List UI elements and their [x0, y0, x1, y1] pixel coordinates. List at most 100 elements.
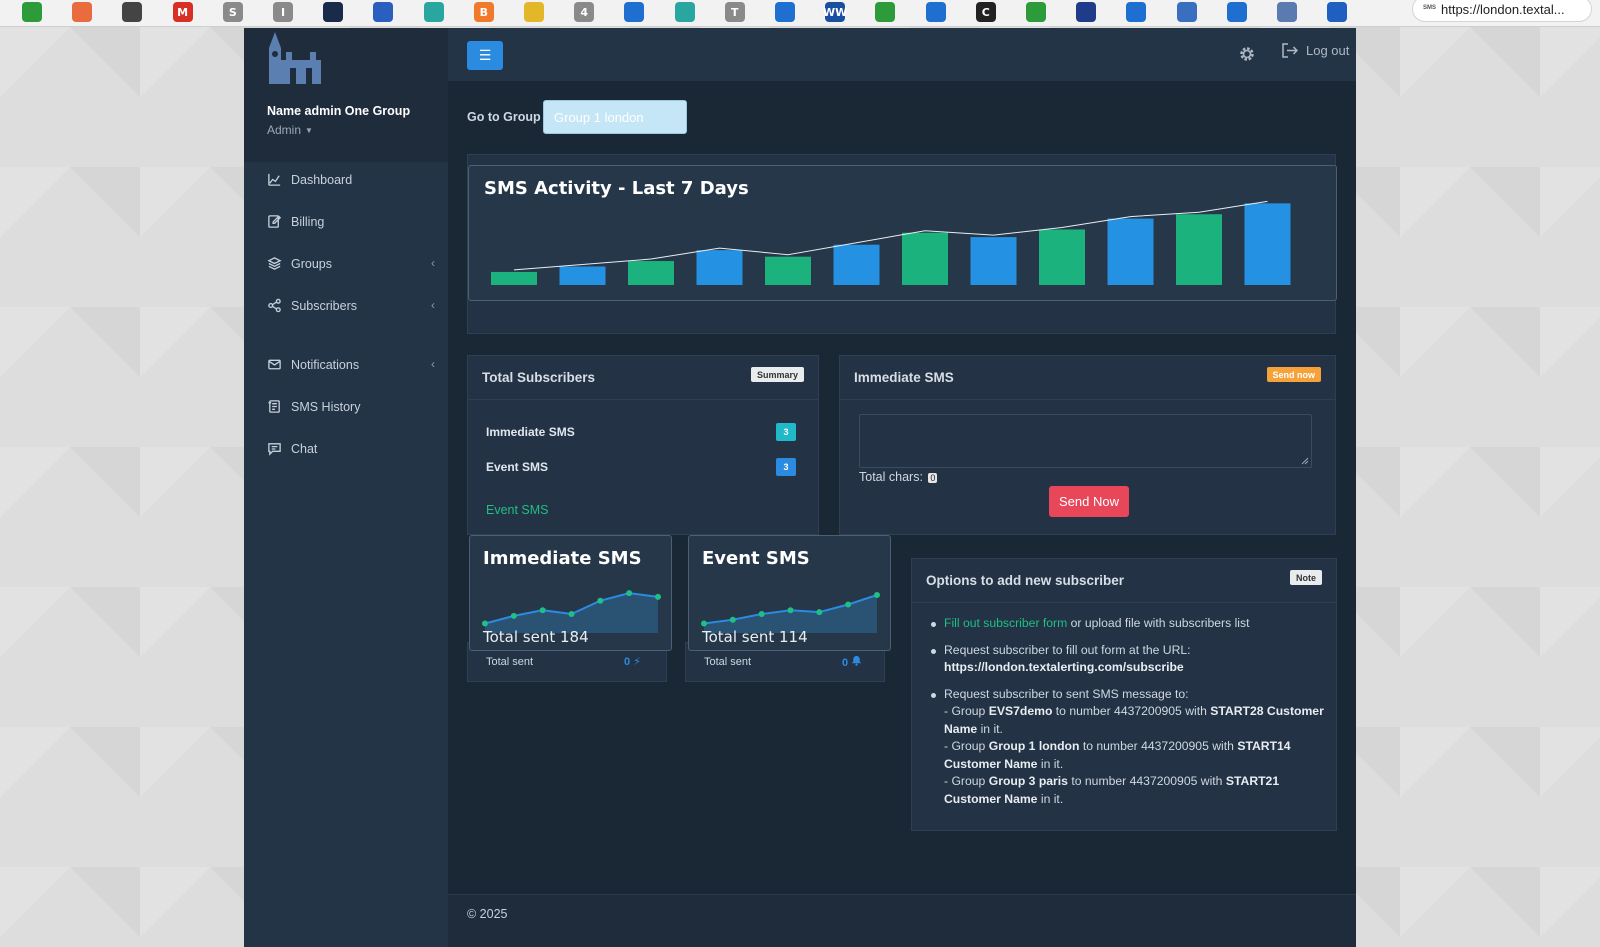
- group-mid: to number 4437200905 with: [1052, 704, 1211, 718]
- chart-bar: [970, 237, 1017, 285]
- card-title: Immediate SMS: [854, 370, 954, 385]
- bookmark-20-icon[interactable]: C: [975, 2, 996, 22]
- bookmark-gmail-icon[interactable]: M: [172, 2, 193, 22]
- chat-icon: [267, 441, 283, 457]
- logout-button[interactable]: Log out: [1281, 43, 1349, 58]
- card-header: Options to add new subscriber Note: [912, 559, 1336, 603]
- bookmark-21-icon[interactable]: [1026, 2, 1046, 22]
- bookmark-26-icon[interactable]: [1277, 2, 1297, 22]
- bookmark-12-icon[interactable]: 4: [574, 2, 595, 22]
- option-text: Request subscriber to sent SMS message t…: [944, 686, 1189, 701]
- sparkline-point: [874, 592, 880, 598]
- subscriber-form-link[interactable]: Fill out subscriber form: [944, 616, 1067, 630]
- bookmark-3-icon[interactable]: [122, 2, 143, 22]
- chart-bar: [1176, 214, 1222, 285]
- option-text: or upload file with subscribers list: [1067, 616, 1250, 630]
- sidebar-item-notifications[interactable]: Notifications ‹: [267, 355, 435, 375]
- bookmark-7-icon[interactable]: [323, 2, 344, 22]
- bookmark-23-icon[interactable]: [1126, 2, 1147, 22]
- sparkline-point: [701, 620, 707, 627]
- sidebar-item-label: SMS History: [291, 400, 361, 414]
- bookmark-27-icon[interactable]: [1327, 2, 1348, 22]
- bookmark-6-icon[interactable]: I: [273, 2, 293, 22]
- bookmark-22-icon[interactable]: [1076, 2, 1097, 22]
- options-list: Fill out subscriber form or upload file …: [926, 615, 1326, 817]
- gear-icon[interactable]: [1238, 45, 1256, 63]
- group-prefix: - Group: [944, 739, 989, 753]
- caret-down-icon: ▼: [305, 126, 313, 136]
- sidebar-item-label: Dashboard: [291, 173, 353, 187]
- mini-chart-title: Event SMS: [702, 548, 810, 569]
- summary-badge: Summary: [750, 367, 804, 382]
- user-role-label: Admin: [267, 123, 302, 137]
- group-name: EVS7demo: [988, 704, 1053, 718]
- main-content: ☰ Log out Go to Group SMS Activity - Las…: [448, 28, 1356, 947]
- chart-bar: [491, 271, 537, 285]
- bookmark-25-icon[interactable]: [1226, 2, 1247, 22]
- bookmark-1-icon[interactable]: [22, 2, 42, 22]
- bookmark-2-icon[interactable]: [72, 2, 93, 22]
- bookmark-10-icon[interactable]: B: [473, 2, 494, 22]
- menu-toggle-button[interactable]: ☰: [467, 41, 503, 70]
- sms-message-textarea[interactable]: [859, 414, 1312, 468]
- group-name: Group 1 london: [988, 739, 1080, 753]
- group-suffix: in it.: [1037, 756, 1064, 771]
- sparkline-point: [597, 597, 604, 604]
- sidebar-item-chat[interactable]: Chat: [267, 439, 435, 459]
- stat-row-event: Event SMS 3: [486, 458, 796, 476]
- sparkline-point: [482, 620, 488, 627]
- goto-group-select[interactable]: [543, 100, 687, 134]
- group-line: - Group Group 3 paris to number 44372009…: [944, 774, 1279, 806]
- card-title: Total Subscribers: [482, 370, 596, 385]
- logout-label: Log out: [1306, 43, 1350, 58]
- bookmark-8-icon[interactable]: [373, 2, 394, 22]
- sidebar-item-dashboard[interactable]: Dashboard: [267, 170, 435, 190]
- bookmark-24-icon[interactable]: [1176, 2, 1197, 22]
- sidebar-item-subscribers[interactable]: Subscribers ‹: [267, 296, 435, 316]
- mini-chart-total: Total sent 114: [702, 628, 808, 646]
- hamburger-icon: ☰: [478, 47, 492, 63]
- list-item: Request subscriber to sent SMS message t…: [926, 686, 1326, 809]
- foot-value-number: 0: [624, 656, 631, 668]
- resize-grip-icon[interactable]: [1301, 457, 1309, 465]
- immediate-sms-card: Immediate SMS Send now Total chars: 0 Se…: [839, 355, 1336, 535]
- sidebar-item-label: Chat: [291, 442, 318, 456]
- chevron-left-icon: ‹: [431, 256, 435, 270]
- bookmark-5-icon[interactable]: S: [222, 2, 243, 22]
- sparkline-point: [626, 590, 633, 597]
- group-mid: to number 4437200905 with: [1067, 774, 1226, 788]
- page-footer: © 2025: [448, 894, 1356, 947]
- bookmark-15-icon[interactable]: T: [724, 2, 745, 22]
- sparkline-point: [787, 607, 794, 614]
- chart-bar: [765, 256, 811, 285]
- sms-activity-chart: SMS Activity - Last 7 Days: [468, 165, 1337, 301]
- bookmark-13-icon[interactable]: [624, 2, 645, 22]
- sidebar-item-groups[interactable]: Groups ‹: [267, 254, 435, 274]
- bookmark-11-icon[interactable]: [524, 2, 544, 22]
- bookmark-16-icon[interactable]: [775, 2, 795, 22]
- sidebar-item-billing[interactable]: Billing: [267, 212, 435, 232]
- group-prefix: - Group: [944, 774, 989, 788]
- bookmark-14-icon[interactable]: [674, 2, 695, 22]
- edit-icon: [267, 214, 283, 230]
- total-chars-value: 0: [928, 473, 938, 483]
- group-name: Group 3 paris: [988, 774, 1068, 788]
- event-sms-link[interactable]: Event SMS: [486, 501, 549, 519]
- user-role-dropdown[interactable]: Admin ▼: [267, 123, 313, 137]
- goto-group-label: Go to Group: [467, 110, 541, 124]
- sidebar-item-sms-history[interactable]: SMS History: [267, 397, 435, 417]
- send-now-button[interactable]: Send Now: [1049, 486, 1129, 517]
- london-logo-icon: [269, 32, 321, 84]
- url-bar[interactable]: SMS https://london.textal...: [1412, 0, 1592, 22]
- bookmark-9-icon[interactable]: [423, 2, 444, 22]
- sparkline-point: [729, 616, 736, 623]
- card-header: Immediate SMS Send now: [840, 356, 1335, 400]
- bookmark-18-icon[interactable]: [875, 2, 896, 22]
- user-name: Name admin One Group: [267, 104, 411, 118]
- bookmark-19-icon[interactable]: [925, 2, 946, 22]
- foot-label: Total sent: [704, 656, 752, 668]
- bookmark-17-icon[interactable]: WW: [823, 2, 847, 22]
- chart-title: SMS Activity - Last 7 Days: [484, 178, 749, 199]
- chart-bar: [1107, 218, 1154, 285]
- bookmarks-bar: M S I B 4 T WW C SMS https://london.textal...: [0, 0, 1600, 27]
